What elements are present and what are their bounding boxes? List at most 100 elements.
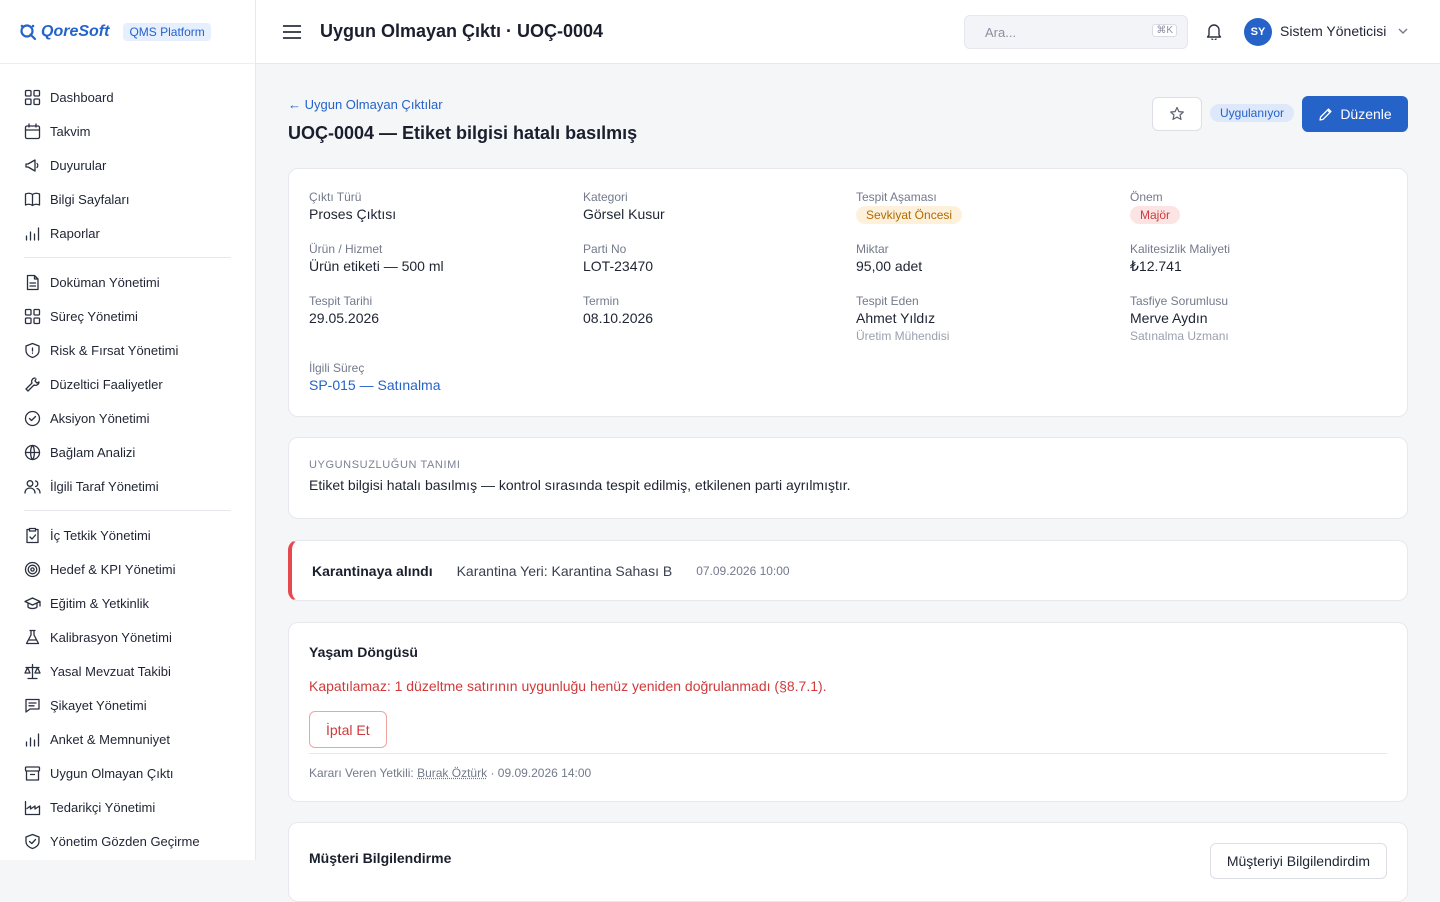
document-icon xyxy=(26,274,39,290)
sidebar-item[interactable]: Kalibrasyon Yönetimi xyxy=(24,620,231,654)
sidebar-item-label: Dashboard xyxy=(50,89,114,105)
cancel-button[interactable]: İptal Et xyxy=(309,711,387,748)
sidebar-item-label: Yasal Mevzuat Takibi xyxy=(50,663,171,679)
edit-button-label: Düzenle xyxy=(1340,106,1392,122)
back-link[interactable]: ← Uygun Olmayan Çıktılar xyxy=(288,97,443,112)
field-value: Ahmet Yıldız xyxy=(856,310,936,326)
brand-logo[interactable]: QoreSoft xyxy=(19,23,109,41)
field-deadline: Termin 08.10.2026 xyxy=(583,294,653,326)
field-cost: Kalitesizlik Maliyeti ₺12.741 xyxy=(1130,242,1230,275)
sidebar-item[interactable]: Doküman Yönetimi xyxy=(24,265,231,299)
sidebar-item[interactable]: Anket & Memnuniyet xyxy=(24,722,231,756)
flask-icon xyxy=(25,629,40,644)
sidebar-item-label: Eğitim & Yetkinlik xyxy=(50,595,149,611)
quarantine-title: Karantinaya alındı xyxy=(312,562,433,579)
target-icon xyxy=(24,561,41,577)
field-label: Miktar xyxy=(856,242,889,256)
sidebar-item[interactable]: Takvim xyxy=(24,114,231,148)
sidebar-item[interactable]: Yasal Mevzuat Takibi xyxy=(24,654,231,688)
quarantine-location: Karantina Yeri: Karantina Sahası B xyxy=(456,562,673,579)
field-category: Kategori Görsel Kusur xyxy=(583,190,665,222)
sidebar-item[interactable]: Bağlam Analizi xyxy=(24,435,231,469)
sidebar-item-label: Anket & Memnuniyet xyxy=(50,731,170,747)
field-label: Termin xyxy=(583,294,620,308)
check-circle-icon xyxy=(24,410,41,426)
sidebar-item-label: Tedarikçi Yönetimi xyxy=(50,799,156,815)
field-value: 95,00 adet xyxy=(856,258,923,274)
menu-icon[interactable] xyxy=(283,24,301,39)
decision-meta: Kararı Veren Yetkili: Burak Öztürk · 09.… xyxy=(309,766,591,780)
sidebar: QoreSoft QMS Platform Dashboard Takvim Duy… xyxy=(0,0,256,860)
brand-mark-icon xyxy=(20,23,37,40)
description-card: UYGUNSUZLUĞUN TANIMI Etiket bilgisi hata… xyxy=(288,437,1408,519)
notify-customer-button[interactable]: Müşteriyi Bilgilendirdim xyxy=(1209,843,1387,879)
sidebar-item[interactable]: Aksiyon Yönetimi xyxy=(24,401,231,435)
sidebar-item[interactable]: Eğitim & Yetkinlik xyxy=(24,586,231,620)
users-icon xyxy=(24,479,41,494)
decision-date: · 09.09.2026 14:00 xyxy=(487,766,592,780)
user-name[interactable]: Sistem Yöneticisi xyxy=(1280,23,1386,39)
decision-maker: Burak Öztürk xyxy=(417,766,488,780)
sidebar-item-label: Şikayet Yönetimi xyxy=(50,697,147,713)
field-label: Tespit Tarihi xyxy=(309,294,373,308)
description-text: Etiket bilgisi hatalı basılmış — kontrol… xyxy=(309,477,851,493)
bar-chart-icon xyxy=(25,732,40,747)
shield-check-icon xyxy=(25,833,40,849)
sidebar-item[interactable]: Duyurular xyxy=(24,148,231,182)
sidebar-item-label: İç Tetkik Yönetimi xyxy=(50,527,151,543)
field-label: Tasfiye Sorumlusu xyxy=(1130,294,1229,308)
shield-icon xyxy=(25,342,40,358)
sidebar-item[interactable]: Raporlar xyxy=(24,216,231,250)
search-input[interactable]: Ara... ⌘K xyxy=(964,15,1188,49)
bell-icon[interactable] xyxy=(1206,22,1222,40)
dashboard-icon xyxy=(24,89,41,105)
book-icon xyxy=(24,192,41,206)
sidebar-item[interactable]: Risk & Fırsat Yönetimi xyxy=(24,333,231,367)
bar-chart-icon xyxy=(25,226,40,241)
sidebar-item[interactable]: Hedef & KPI Yönetimi xyxy=(24,552,231,586)
severity-badge: Majör xyxy=(1130,206,1181,224)
field-process: İlgili Süreç SP-015 — Satınalma xyxy=(309,361,441,393)
field-label: Kategori xyxy=(583,190,628,204)
avatar[interactable]: SY xyxy=(1244,18,1272,46)
edit-button[interactable]: Düzenle xyxy=(1302,96,1408,132)
field-value: 08.10.2026 xyxy=(583,310,654,326)
lifecycle-warning: Kapatılamaz: 1 düzeltme satırının uygunl… xyxy=(309,678,827,694)
chevron-down-icon[interactable] xyxy=(1398,27,1408,35)
field-product: Ürün / Hizmet Ürün etiketi — 500 ml xyxy=(309,242,444,274)
field-label: İlgili Süreç xyxy=(309,361,365,375)
status-badge: Uygulanıyor xyxy=(1210,104,1295,122)
wrench-icon xyxy=(25,376,40,392)
details-card: Çıktı Türü Proses Çıktısı Kategori Görse… xyxy=(288,168,1408,417)
field-label: Kalitesizlik Maliyeti xyxy=(1130,242,1231,256)
sidebar-item[interactable]: Düzeltici Faaliyetler xyxy=(24,367,231,401)
sidebar-item-label: Bilgi Sayfaları xyxy=(50,191,130,207)
field-lot: Parti No LOT-23470 xyxy=(583,242,653,274)
process-link[interactable]: SP-015 — Satınalma xyxy=(309,377,441,393)
top-header: Uygun Olmayan Çıktı · UOÇ-0004 Ara... ⌘K… xyxy=(256,0,1440,64)
field-label: Tespit Aşaması xyxy=(856,190,937,204)
brand-name: QoreSoft xyxy=(41,22,110,40)
sidebar-item[interactable]: Dashboard xyxy=(24,80,231,114)
field-output-type: Çıktı Türü Proses Çıktısı xyxy=(309,190,396,222)
sidebar-item[interactable]: Yönetim Gözden Geçirme xyxy=(24,824,231,858)
graduation-cap-icon xyxy=(24,596,41,609)
scale-icon xyxy=(24,663,41,679)
favorite-button[interactable] xyxy=(1152,97,1202,131)
field-value: ₺12.741 xyxy=(1130,258,1182,274)
sidebar-item[interactable]: İç Tetkik Yönetimi xyxy=(24,518,231,552)
sidebar-group: İç Tetkik Yönetimi Hedef & KPI Yönetimi Eğ… xyxy=(24,518,231,860)
sidebar-item[interactable]: Şikayet Yönetimi xyxy=(24,688,231,722)
sidebar-item[interactable]: Tedarikçi Yönetimi xyxy=(24,790,231,824)
sidebar-item[interactable]: Bilgi Sayfaları xyxy=(24,182,231,216)
clipboard-check-icon xyxy=(26,527,39,543)
detect-stage-badge: Sevkiyat Öncesi xyxy=(856,206,963,224)
sidebar-item[interactable]: Uygun Olmayan Çıktı xyxy=(24,756,231,790)
sidebar-item-label: İlgili Taraf Yönetimi xyxy=(50,478,159,494)
sidebar-item-label: Doküman Yönetimi xyxy=(50,274,160,290)
sidebar-item[interactable]: İlgili Taraf Yönetimi xyxy=(24,469,231,503)
field-role: Üretim Mühendisi xyxy=(856,329,950,343)
sidebar-item[interactable]: Süreç Yönetimi xyxy=(24,299,231,333)
archive-icon xyxy=(24,765,41,781)
quarantine-card: Karantinaya alındı Karantina Yeri: Karan… xyxy=(288,540,1408,601)
